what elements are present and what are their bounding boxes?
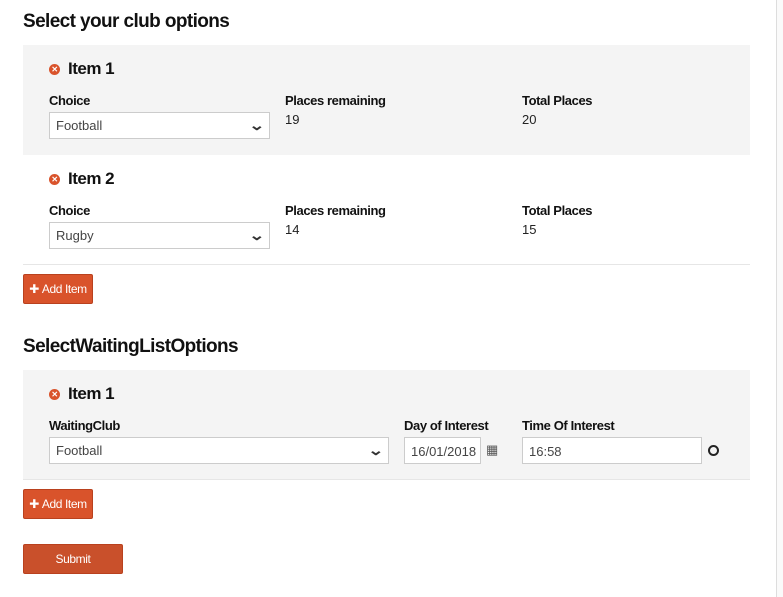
total-places-value: 20 <box>522 112 537 127</box>
places-remaining-value: 19 <box>285 112 300 127</box>
add-waiting-item-button[interactable]: ✚ Add Item <box>23 489 93 519</box>
time-label: Time Of Interest <box>522 418 615 433</box>
total-places-label: Total Places <box>522 93 593 108</box>
waiting-list-title: SelectWaitingListOptions <box>23 336 239 357</box>
waiting-club-label: WaitingClub <box>49 418 120 433</box>
waiting-club-select[interactable]: Football ⌄ <box>49 437 389 464</box>
choice-select[interactable]: Rugby ⌄ <box>49 222 270 249</box>
remove-item-icon[interactable]: ✕ <box>49 173 60 185</box>
plus-icon: ✚ <box>29 497 39 511</box>
day-label: Day of Interest <box>404 418 489 433</box>
item-title: Item 2 <box>68 169 115 188</box>
places-remaining-label: Places remaining <box>285 203 386 218</box>
club-item-2: ✕ Item 2 Choice Rugby ⌄ Places remaining 1… <box>23 155 750 265</box>
clock-icon[interactable] <box>708 445 719 456</box>
scrollbar[interactable] <box>776 0 783 597</box>
places-remaining-value: 14 <box>285 222 300 237</box>
time-input[interactable]: 16:58 <box>522 437 702 464</box>
choice-label: Choice <box>49 93 90 108</box>
day-input[interactable]: 16/01/2018 <box>404 437 481 464</box>
total-places-value: 15 <box>522 222 537 237</box>
item-title: Item 1 <box>68 384 115 403</box>
remove-item-icon[interactable]: ✕ <box>49 388 60 400</box>
chevron-down-icon: ⌄ <box>248 227 266 243</box>
add-item-button[interactable]: ✚ Add Item <box>23 274 93 304</box>
club-item-1: ✕ Item 1 Choice Football ⌄ Places remainin… <box>23 45 750 155</box>
chevron-down-icon: ⌄ <box>367 442 385 458</box>
plus-icon: ✚ <box>29 282 39 296</box>
calendar-icon[interactable]: ▦ <box>486 442 498 458</box>
chevron-down-icon: ⌄ <box>248 117 266 133</box>
submit-button[interactable]: Submit <box>23 544 123 574</box>
waiting-item-1: ✕ Item 1 WaitingClub Football ⌄ Day of Int… <box>23 370 750 480</box>
total-places-label: Total Places <box>522 203 593 218</box>
remove-item-icon[interactable]: ✕ <box>49 63 60 75</box>
choice-select[interactable]: Football ⌄ <box>49 112 270 139</box>
club-options-title: Select your club options <box>23 11 230 32</box>
item-title: Item 1 <box>68 59 115 78</box>
choice-label: Choice <box>49 203 90 218</box>
places-remaining-label: Places remaining <box>285 93 386 108</box>
